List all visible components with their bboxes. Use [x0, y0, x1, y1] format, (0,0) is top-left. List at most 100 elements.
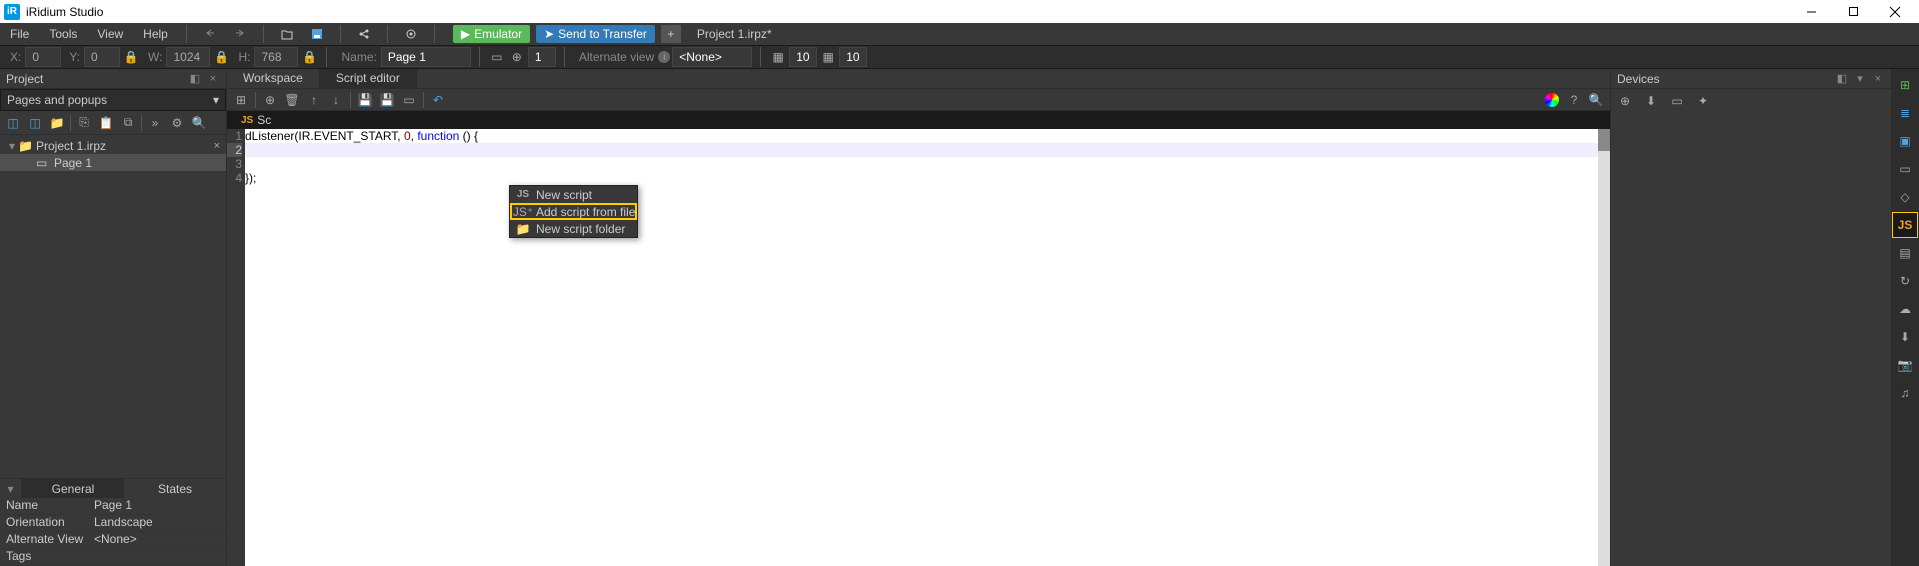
pages-dropdown[interactable]: Pages and popups ▾	[0, 89, 226, 111]
side-layers-icon[interactable]: ▤	[1893, 241, 1917, 265]
find-icon[interactable]: 🔍	[1588, 92, 1604, 108]
side-db-icon[interactable]: ≣	[1893, 101, 1917, 125]
side-gallery-icon[interactable]: ▭	[1893, 157, 1917, 181]
snap-icon[interactable]: ⊕	[508, 48, 526, 66]
vertical-scrollbar[interactable]	[1598, 129, 1610, 566]
side-element-icon[interactable]: ◇	[1893, 185, 1917, 209]
undo-icon[interactable]	[199, 23, 221, 45]
prop-row[interactable]: NamePage 1	[0, 498, 226, 515]
tree-icon[interactable]: ⊞	[233, 92, 249, 108]
add-popup-icon[interactable]: ◫	[26, 114, 44, 132]
tab-states[interactable]: States	[124, 479, 226, 498]
open-icon[interactable]	[276, 23, 298, 45]
add-tab-button[interactable]: +	[661, 25, 681, 43]
save-script-icon[interactable]: 💾	[357, 92, 373, 108]
menu-view[interactable]: View	[87, 24, 133, 44]
undo-script-icon[interactable]: ↶	[430, 92, 446, 108]
side-js-icon[interactable]: JS	[1893, 213, 1917, 237]
panel-pin-icon[interactable]: ◧	[1835, 72, 1849, 86]
tree-project-root[interactable]: ▾ 📁 Project 1.irpz ×	[0, 137, 226, 154]
import-device-icon[interactable]: ⬇	[1643, 93, 1659, 109]
add-script-icon[interactable]: ⊕	[262, 92, 278, 108]
tree-page-item[interactable]: ▭ Page 1	[0, 154, 226, 171]
scrollbar-thumb[interactable]	[1598, 129, 1610, 151]
script-tab-item[interactable]: JS Sc	[233, 113, 279, 127]
redo-icon[interactable]	[229, 23, 251, 45]
paste-icon[interactable]: 📋	[97, 114, 115, 132]
more-icon[interactable]: »	[146, 114, 164, 132]
menu-add-script-from-file[interactable]: JS⁺ Add script from file	[510, 203, 637, 220]
magic-icon[interactable]: ✦	[1695, 93, 1711, 109]
lock-wh-icon[interactable]: 🔒	[212, 48, 230, 66]
side-tree-icon[interactable]: ⊞	[1893, 73, 1917, 97]
side-camera-icon[interactable]: 📷	[1893, 353, 1917, 377]
menu-file[interactable]: File	[0, 24, 39, 44]
lock-xy-icon[interactable]: 🔒	[122, 48, 140, 66]
code-editor[interactable]: 1 2 3 4 dListener(IR.EVENT_START, 0, fun…	[227, 129, 1610, 566]
add-device-icon[interactable]: ⊕	[1617, 93, 1633, 109]
duplicate-icon[interactable]: ⧉	[119, 114, 137, 132]
copy-icon[interactable]: ⎘	[75, 114, 93, 132]
grid2-icon[interactable]: ▦	[819, 48, 837, 66]
color-picker-icon[interactable]	[1544, 92, 1560, 108]
menu-new-script[interactable]: JS New script	[510, 186, 637, 203]
alt-view-field[interactable]: <None>	[672, 47, 752, 67]
w-field[interactable]: 1024	[166, 47, 210, 67]
send-to-transfer-button[interactable]: ➤ Send to Transfer	[536, 25, 655, 43]
add-page-icon[interactable]: ◫	[4, 114, 22, 132]
add-folder-icon[interactable]: 📁	[48, 114, 66, 132]
prop-row[interactable]: OrientationLandscape	[0, 515, 226, 532]
minimize-button[interactable]	[1799, 3, 1823, 21]
maximize-button[interactable]	[1841, 3, 1865, 21]
export-icon[interactable]: ▭	[401, 92, 417, 108]
move-down-icon[interactable]: ↓	[328, 92, 344, 108]
scan-icon[interactable]: ▭	[1669, 93, 1685, 109]
panel-close-icon[interactable]: ×	[206, 72, 220, 86]
info-icon[interactable]: i	[658, 51, 670, 63]
project-tab[interactable]: Project 1.irpz*	[687, 24, 782, 44]
delete-script-icon[interactable]: 🗑	[284, 92, 300, 108]
tab-script-editor[interactable]: Script editor	[320, 69, 417, 88]
y-label: Y:	[69, 50, 80, 64]
prop-row[interactable]: Alternate View<None>	[0, 532, 226, 549]
save-icon[interactable]	[306, 23, 328, 45]
prop-row[interactable]: Tags	[0, 549, 226, 566]
y-field[interactable]: 0	[84, 47, 120, 67]
code-content[interactable]: dListener(IR.EVENT_START, 0, function ()…	[245, 129, 1598, 566]
emulator-button[interactable]: ▶ Emulator	[453, 25, 530, 43]
move-up-icon[interactable]: ↑	[306, 92, 322, 108]
side-sound-icon[interactable]: ♫	[1893, 381, 1917, 405]
name-field[interactable]: Page 1	[381, 47, 471, 67]
search-icon[interactable]: 🔍	[190, 114, 208, 132]
tab-workspace[interactable]: Workspace	[227, 69, 320, 88]
name-label: Name:	[341, 50, 376, 64]
menu-new-script-folder[interactable]: 📁 New script folder	[510, 220, 637, 237]
side-image-icon[interactable]: ▣	[1893, 129, 1917, 153]
menu-tools[interactable]: Tools	[39, 24, 87, 44]
share-icon[interactable]	[353, 23, 375, 45]
side-refresh-icon[interactable]: ↻	[1893, 269, 1917, 293]
tab-general[interactable]: General	[22, 479, 124, 498]
lock-h-icon[interactable]: 🔒	[300, 48, 318, 66]
close-project-icon[interactable]: ×	[214, 140, 220, 152]
settings-icon[interactable]	[400, 23, 422, 45]
bounds-icon[interactable]: ▭	[488, 48, 506, 66]
panel-min-icon[interactable]: ▾	[1853, 72, 1867, 86]
filter-icon[interactable]: ⚙	[168, 114, 186, 132]
collapse-icon[interactable]: ▾	[6, 139, 18, 153]
side-download-icon[interactable]: ⬇	[1893, 325, 1917, 349]
help-icon[interactable]: ?	[1566, 92, 1582, 108]
side-cloud-icon[interactable]: ☁	[1893, 297, 1917, 321]
x-field[interactable]: 0	[25, 47, 61, 67]
grid2-field[interactable]: 10	[839, 47, 867, 67]
grid1-field[interactable]: 10	[789, 47, 817, 67]
prop-tab-dropdown[interactable]: ▾	[0, 479, 22, 498]
step-field[interactable]: 1	[528, 47, 556, 67]
grid1-icon[interactable]: ▦	[769, 48, 787, 66]
menu-help[interactable]: Help	[133, 24, 178, 44]
h-field[interactable]: 768	[254, 47, 298, 67]
save-all-icon[interactable]: 💾	[379, 92, 395, 108]
close-button[interactable]	[1883, 3, 1907, 21]
panel-pin-icon[interactable]: ◧	[188, 72, 202, 86]
panel-close-icon[interactable]: ×	[1871, 72, 1885, 86]
